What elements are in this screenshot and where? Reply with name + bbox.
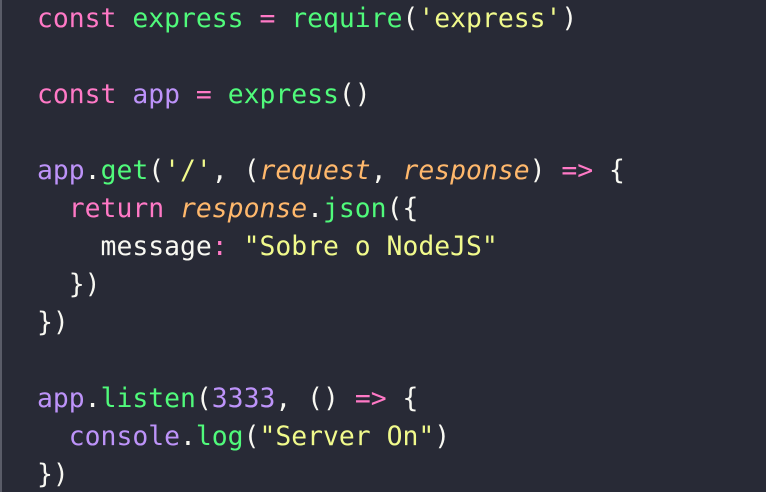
code-token: =: [195, 79, 212, 110]
code-token: express: [227, 79, 339, 110]
code-token: request: [259, 155, 371, 186]
code-token: =>: [561, 155, 594, 186]
code-content[interactable]: const express = require('express') const …: [37, 0, 625, 492]
code-token: .: [307, 193, 324, 224]
code-token: .: [180, 421, 196, 452]
code-token: app: [132, 79, 181, 110]
code-token: return: [68, 193, 165, 224]
code-token: }): [37, 307, 69, 338]
code-token: .: [84, 155, 101, 186]
code-token: .: [84, 383, 101, 414]
code-token: {: [593, 155, 625, 186]
code-token: ({: [386, 193, 419, 224]
code-token: , (): [275, 383, 355, 414]
code-line[interactable]: }): [37, 456, 625, 492]
code-token: "Server On": [259, 421, 435, 452]
code-token: get: [100, 155, 149, 186]
code-token: listen: [100, 383, 196, 414]
code-token: express: [132, 3, 244, 34]
code-token: , (: [211, 155, 260, 186]
code-token: const: [37, 3, 117, 34]
code-token: response: [402, 155, 530, 186]
code-token: ): [561, 3, 578, 34]
code-token: (: [195, 383, 212, 414]
code-token: (): [338, 79, 371, 110]
code-line[interactable]: [37, 38, 625, 76]
code-token: :: [211, 231, 228, 262]
code-line[interactable]: const app = express(): [37, 76, 625, 114]
code-token: ): [529, 155, 562, 186]
code-line[interactable]: [37, 342, 625, 380]
code-token: '/': [164, 155, 212, 186]
code-line[interactable]: message: "Sobre o NodeJS": [37, 228, 625, 266]
code-token: console: [68, 421, 181, 452]
code-line[interactable]: [37, 114, 625, 152]
code-line[interactable]: app.get('/', (request, response) => {: [37, 152, 625, 190]
code-line[interactable]: const express = require('express'): [37, 0, 625, 38]
code-token: 3333: [211, 383, 276, 414]
code-line[interactable]: console.log("Server On"): [37, 418, 625, 456]
code-token: =: [259, 3, 276, 34]
code-token: json: [323, 193, 387, 224]
code-token: response: [180, 193, 308, 224]
code-token: =>: [354, 383, 387, 414]
code-token: require: [291, 3, 403, 34]
code-token: (: [243, 421, 260, 452]
code-token: const: [37, 79, 117, 110]
code-line[interactable]: }): [37, 304, 625, 342]
code-token: message: [37, 231, 212, 262]
code-token: (: [148, 155, 165, 186]
code-token: }): [37, 459, 69, 490]
code-editor[interactable]: const express = require('express') const …: [0, 0, 766, 492]
code-token: ,: [370, 155, 403, 186]
code-token: "Sobre o NodeJS": [243, 231, 498, 262]
code-token: {: [386, 383, 419, 414]
code-token: log: [195, 421, 244, 452]
code-line[interactable]: return response.json({: [37, 190, 625, 228]
code-token: (: [402, 3, 419, 34]
code-line[interactable]: }): [37, 266, 625, 304]
code-token: app: [37, 383, 85, 414]
code-line[interactable]: app.listen(3333, () => {: [37, 380, 625, 418]
code-token: 'express': [418, 3, 562, 34]
code-token: }): [37, 269, 101, 300]
code-token: app: [37, 155, 85, 186]
code-token: ): [434, 421, 451, 452]
